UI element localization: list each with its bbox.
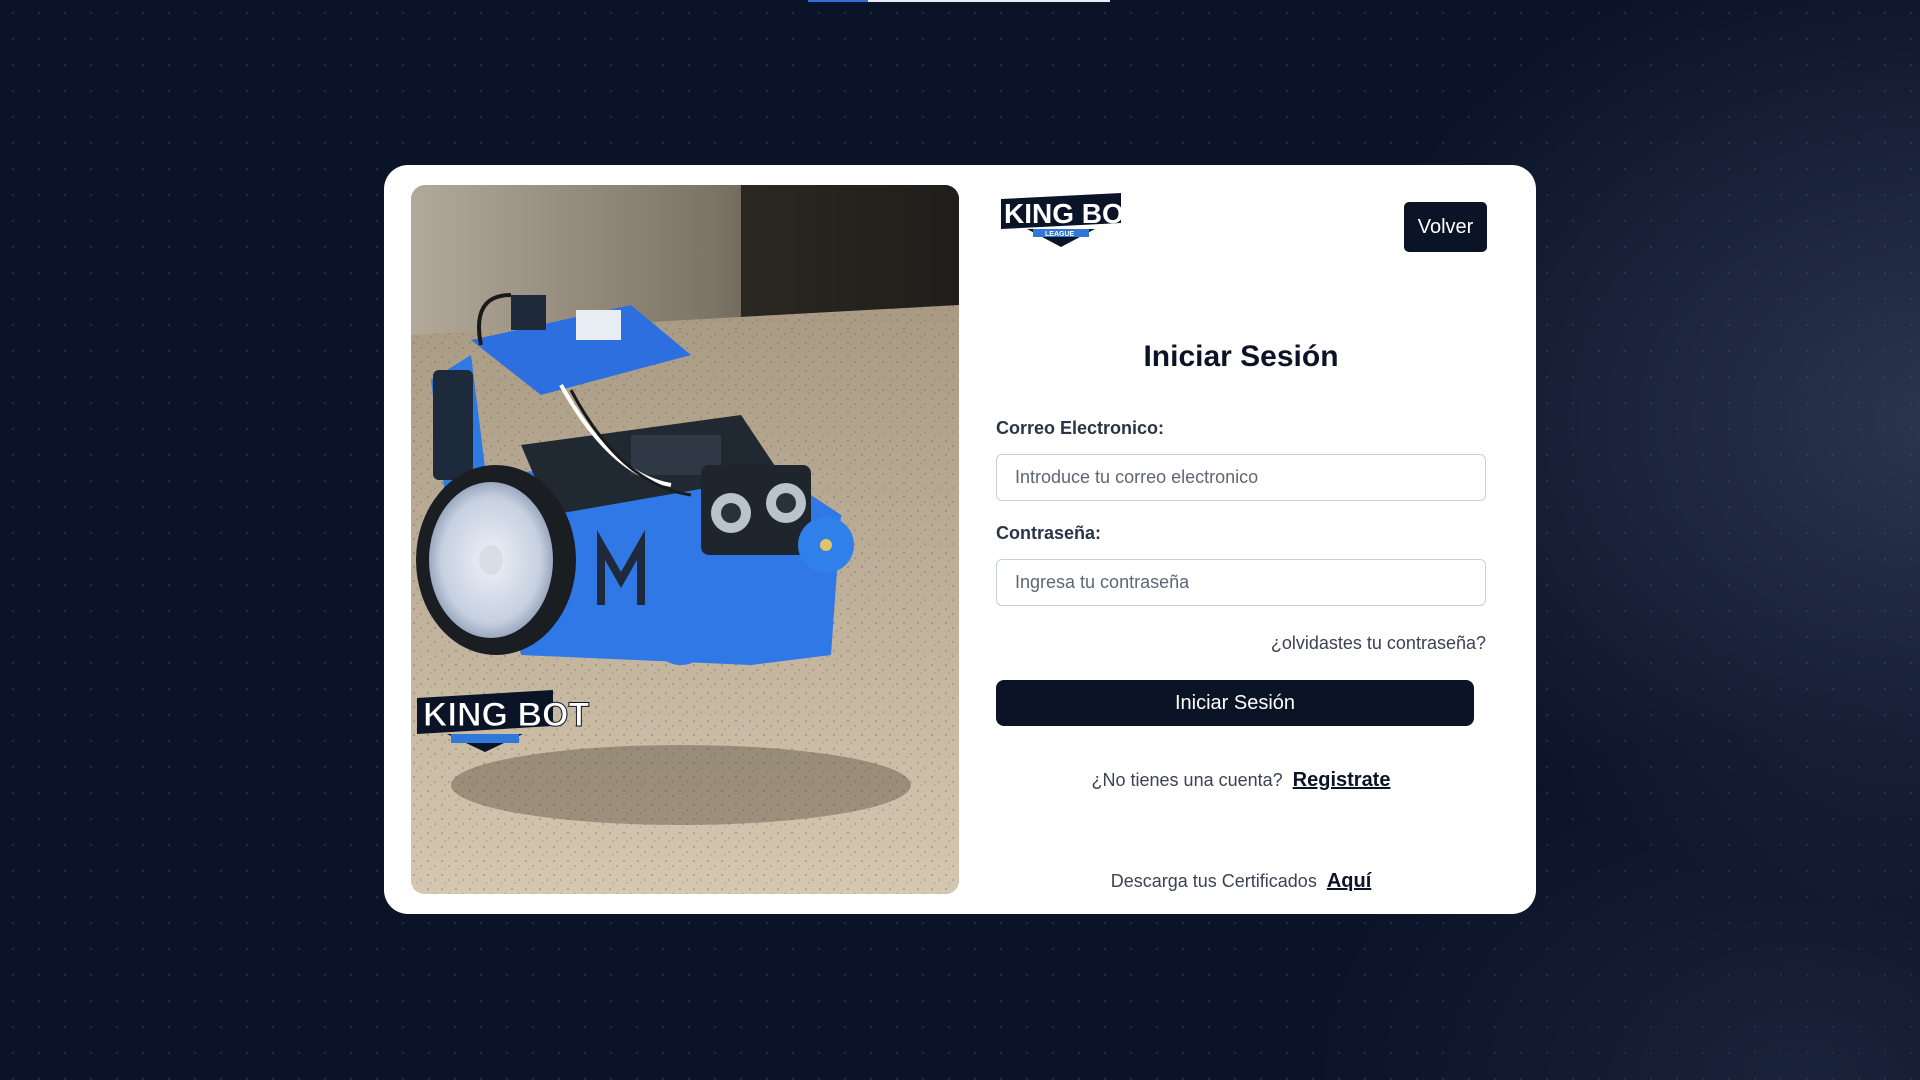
svg-text:KING BOT: KING BOT — [423, 696, 589, 734]
robot-photo: KING BOT — [411, 185, 959, 894]
kingbot-logo: KING BOT LEAGUE — [999, 193, 1141, 249]
certificates-row: Descarga tus Certificados Aquí — [996, 870, 1486, 893]
certificates-link[interactable]: Aquí — [1327, 870, 1371, 892]
certificates-text: Descarga tus Certificados — [1110, 871, 1317, 891]
page-loading-bar-fill — [808, 0, 869, 2]
email-label: Correo Electronico: — [996, 418, 1165, 438]
back-button[interactable]: Volver — [1404, 202, 1487, 252]
register-link[interactable]: Registrate — [1293, 769, 1391, 791]
login-card: KING BOT KING BOT LEAGUE Volver Iniciar … — [384, 165, 1536, 914]
email-input[interactable] — [996, 454, 1486, 501]
form-title: Iniciar Sesión — [1143, 340, 1339, 373]
register-row: ¿No tienes una cuenta? Registrate — [996, 769, 1486, 792]
logo-sub-text: LEAGUE — [1045, 231, 1075, 238]
login-submit-button[interactable]: Iniciar Sesión — [996, 680, 1474, 726]
forgot-password-link[interactable]: ¿olvidastes tu contraseña? — [1271, 633, 1486, 654]
password-input[interactable] — [996, 559, 1486, 606]
no-account-text: ¿No tienes una cuenta? — [1091, 770, 1283, 790]
svg-text:KING BOT: KING BOT — [1004, 198, 1123, 229]
password-label: Contraseña: — [996, 523, 1102, 543]
page-loading-bar — [808, 0, 1110, 2]
